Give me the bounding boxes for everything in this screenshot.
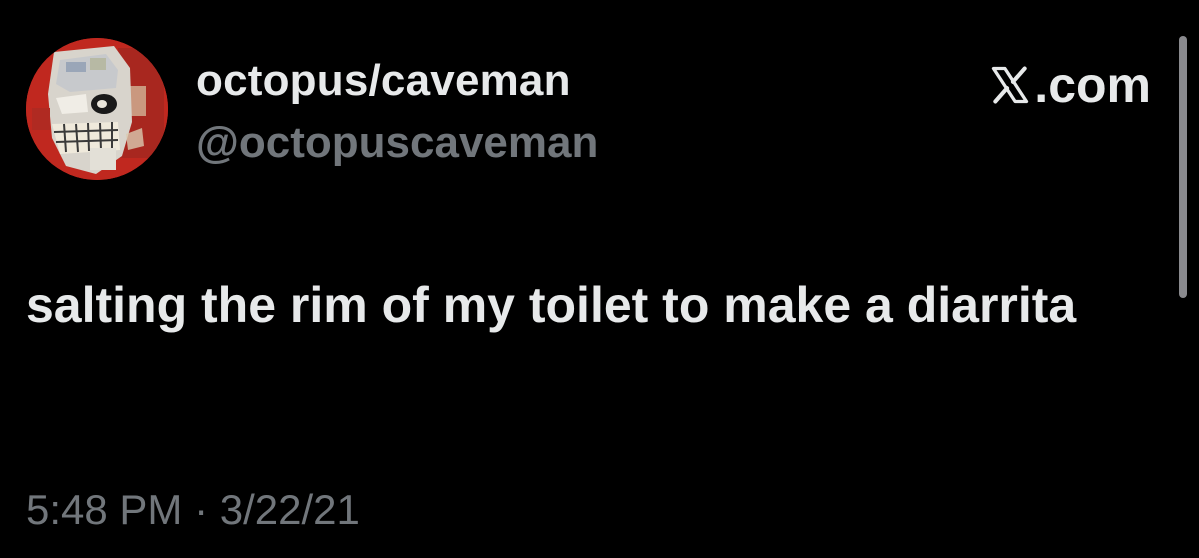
skull-painting-avatar-icon bbox=[26, 38, 168, 180]
tweet-card: octopus/caveman @octopuscaveman .com sal… bbox=[0, 0, 1199, 558]
tweet-timestamp[interactable]: 5:48 PM · 3/22/21 bbox=[26, 486, 360, 534]
display-name[interactable]: octopus/caveman bbox=[196, 56, 571, 106]
scrollbar[interactable] bbox=[1179, 36, 1187, 298]
avatar[interactable] bbox=[26, 38, 168, 180]
brand-label: .com bbox=[1034, 57, 1151, 113]
x-logo-icon bbox=[992, 66, 1029, 104]
x-brand-link[interactable]: .com bbox=[988, 56, 1151, 114]
user-handle[interactable]: @octopuscaveman bbox=[196, 118, 598, 168]
tweet-text: salting the rim of my toilet to make a d… bbox=[26, 277, 1077, 333]
